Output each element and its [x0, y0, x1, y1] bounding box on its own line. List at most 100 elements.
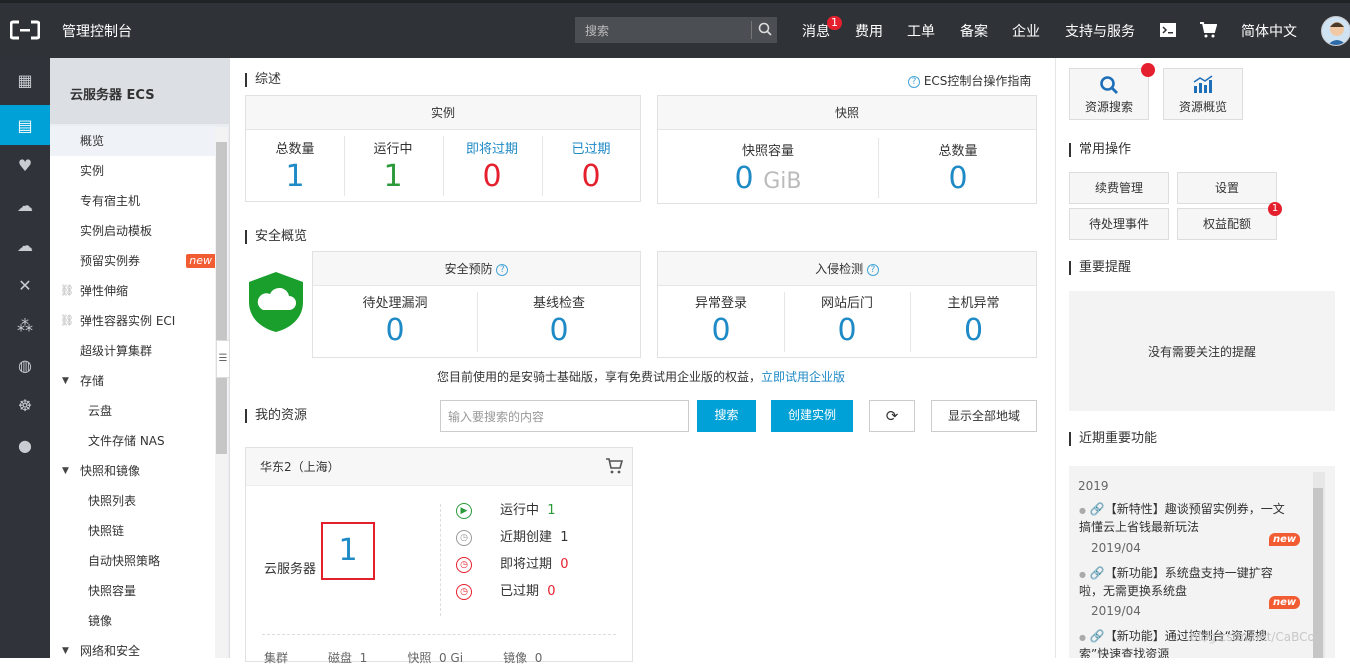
stat-value: 0: [734, 161, 754, 196]
summary-label: 集群: [264, 651, 289, 665]
sidebar-group-storage[interactable]: ▼ 存储: [50, 366, 215, 396]
sidebar-item-snapshot-list[interactable]: 快照列表: [50, 486, 215, 516]
ecs-count[interactable]: 1: [321, 522, 375, 580]
terminal-icon[interactable]: [1160, 23, 1176, 37]
stat-expiring[interactable]: 即将过期 0: [443, 138, 541, 197]
alarm-icon: ◷: [456, 584, 472, 600]
pending-events-button[interactable]: 待处理事件: [1069, 208, 1169, 240]
sidebar-item-disks[interactable]: 云盘: [50, 396, 215, 426]
stat-abnormal-login[interactable]: 异常登录 0: [658, 292, 784, 351]
stat-snapshot-capacity[interactable]: 快照容量 0 GiB: [658, 140, 878, 202]
summary-label: 磁盘: [328, 651, 353, 665]
nav-support[interactable]: 支持与服务: [1065, 21, 1135, 41]
aliyun-logo-icon[interactable]: [10, 20, 40, 40]
nav-enterprise[interactable]: 企业: [1012, 21, 1040, 41]
new-badge: new: [186, 254, 215, 268]
ecs-server-icon[interactable]: ▤: [0, 105, 50, 145]
sidebar-item-launch-template[interactable]: 实例启动模板: [50, 216, 215, 246]
top-search-input[interactable]: 搜索: [575, 17, 777, 43]
search-icon[interactable]: [758, 22, 772, 36]
prevention-head-label: 安全预防: [444, 262, 493, 276]
nav-messages[interactable]: 消息: [802, 21, 830, 41]
create-instance-button[interactable]: 创建实例: [771, 400, 853, 432]
cloud-upload-icon[interactable]: ☁: [0, 225, 50, 265]
sidebar-collapse-toggle[interactable]: ☰: [216, 340, 230, 378]
guide-link[interactable]: ? ECS控制台操作指南: [908, 72, 1031, 89]
sidebar-item-instances[interactable]: 实例: [50, 156, 215, 186]
sidebar-item-reserved-instance[interactable]: 预留实例券 new: [50, 246, 215, 276]
stat-running-row[interactable]: ▶ 运行中 1: [456, 501, 556, 521]
sidebar-group-snapshots[interactable]: ▼ 快照和镜像: [50, 456, 215, 486]
trial-link[interactable]: 立即试用企业版: [761, 370, 845, 384]
sidebar-item-autoscaling[interactable]: ⛓ 弹性伸缩: [50, 276, 215, 306]
stat-running[interactable]: 运行中 1: [344, 138, 442, 197]
stat-snapshot-total[interactable]: 总数量 0: [878, 140, 1038, 199]
sidebar-item-label: 超级计算集群: [80, 344, 153, 358]
apps-grid-icon[interactable]: ▦: [0, 60, 50, 100]
console-title[interactable]: 管理控制台: [62, 21, 132, 41]
nav-language[interactable]: 简体中文: [1241, 21, 1297, 41]
stat-value: 1: [285, 159, 305, 194]
news-item-2[interactable]: ● 🔗【新功能】系统盘支持一键扩容啦，无需更换系统盘: [1079, 565, 1289, 599]
prevention-card: 安全预防 ? 待处理漏洞 0 基线检查 0: [312, 251, 641, 358]
resource-search-button[interactable]: 资源搜索: [1069, 68, 1149, 120]
news-item-1[interactable]: ● 🔗【新特性】趣谈预留实例券，一文搞懂云上省钱最新玩法: [1079, 501, 1289, 535]
stat-expired[interactable]: 已过期 0: [542, 138, 640, 197]
news-date: 2019/04: [1091, 604, 1141, 618]
security-shield-icon: [249, 272, 303, 332]
help-icon[interactable]: ?: [866, 263, 879, 276]
cloud-icon[interactable]: ☁: [0, 185, 50, 225]
news-year: 2019: [1078, 479, 1109, 493]
renewal-button[interactable]: 续费管理: [1069, 172, 1169, 204]
all-regions-button[interactable]: 显示全部地域: [931, 400, 1037, 432]
sidebar-scroll-thumb[interactable]: [216, 142, 227, 454]
cart-icon[interactable]: [606, 458, 623, 474]
stat-value: 1: [383, 159, 403, 194]
stat-label: 总数量: [275, 142, 315, 157]
sidebar-item-eci[interactable]: ⛓ 弹性容器实例 ECI: [50, 306, 215, 336]
search-separator: [751, 21, 752, 39]
help-icon[interactable]: ?: [496, 263, 509, 276]
sidebar-item-snapshot-capacity[interactable]: 快照容量: [50, 576, 215, 606]
sidebar-item-nas[interactable]: 文件存储 NAS: [50, 426, 215, 456]
settings-button[interactable]: 设置: [1177, 172, 1277, 204]
cluster-icon[interactable]: ⁂: [0, 305, 50, 345]
stat-recent-row[interactable]: ◷ 近期创建 1: [456, 528, 569, 548]
sidebar-item-dedicated-host[interactable]: 专有宿主机: [50, 186, 215, 216]
sidebar-item-snapshot-chain[interactable]: 快照链: [50, 516, 215, 546]
stat-total[interactable]: 总数量 1: [246, 138, 344, 197]
network-icon[interactable]: ✕: [0, 265, 50, 305]
nav-billing[interactable]: 费用: [855, 21, 883, 41]
sidebar-item-hpc[interactable]: 超级计算集群: [50, 336, 215, 366]
cart-icon[interactable]: [1200, 22, 1217, 38]
avatar[interactable]: [1321, 16, 1350, 46]
circle-icon[interactable]: ●: [0, 425, 50, 465]
stat-expiring-row[interactable]: ◷ 即将过期 0: [456, 555, 569, 575]
nav-tickets[interactable]: 工单: [907, 21, 935, 41]
nav-icp[interactable]: 备案: [960, 21, 988, 41]
stat-expired-row[interactable]: ◷ 已过期 0: [456, 582, 556, 602]
stat-backdoor[interactable]: 网站后门 0: [784, 292, 910, 351]
refresh-icon: ⟳: [885, 407, 899, 425]
sidebar-item-images[interactable]: 镜像: [50, 606, 215, 636]
search-button[interactable]: 搜索: [697, 400, 756, 432]
sidebar-item-overview[interactable]: 概览: [50, 126, 215, 156]
sidebar-group-network[interactable]: ▼ 网络和安全: [50, 636, 215, 666]
stat-vulnerabilities[interactable]: 待处理漏洞 0: [313, 292, 477, 351]
sidebar-item-label: 概览: [80, 134, 105, 148]
region-name: 华东2（上海）: [246, 448, 632, 486]
sidebar-item-auto-snapshot[interactable]: 自动快照策略: [50, 546, 215, 576]
stat-host-abnormal[interactable]: 主机异常 0: [910, 292, 1037, 351]
quota-button[interactable]: 权益配额: [1177, 208, 1277, 240]
stat-label: 运行中: [500, 503, 540, 518]
refresh-button[interactable]: ⟳: [869, 400, 915, 432]
message-badge: 1: [827, 16, 842, 30]
resource-search-input[interactable]: 输入要搜索的内容: [440, 400, 689, 432]
dashboard-icon[interactable]: ☸: [0, 385, 50, 425]
security-icon[interactable]: ♥: [0, 145, 50, 185]
stat-baseline[interactable]: 基线检查 0: [477, 292, 641, 351]
security-title: 安全概览: [245, 230, 307, 244]
intrusion-card: 入侵检测 ? 异常登录 0 网站后门 0 主机异常 0: [657, 251, 1037, 358]
resource-overview-button[interactable]: 资源概览: [1163, 68, 1243, 120]
globe-icon[interactable]: ◍: [0, 345, 50, 385]
